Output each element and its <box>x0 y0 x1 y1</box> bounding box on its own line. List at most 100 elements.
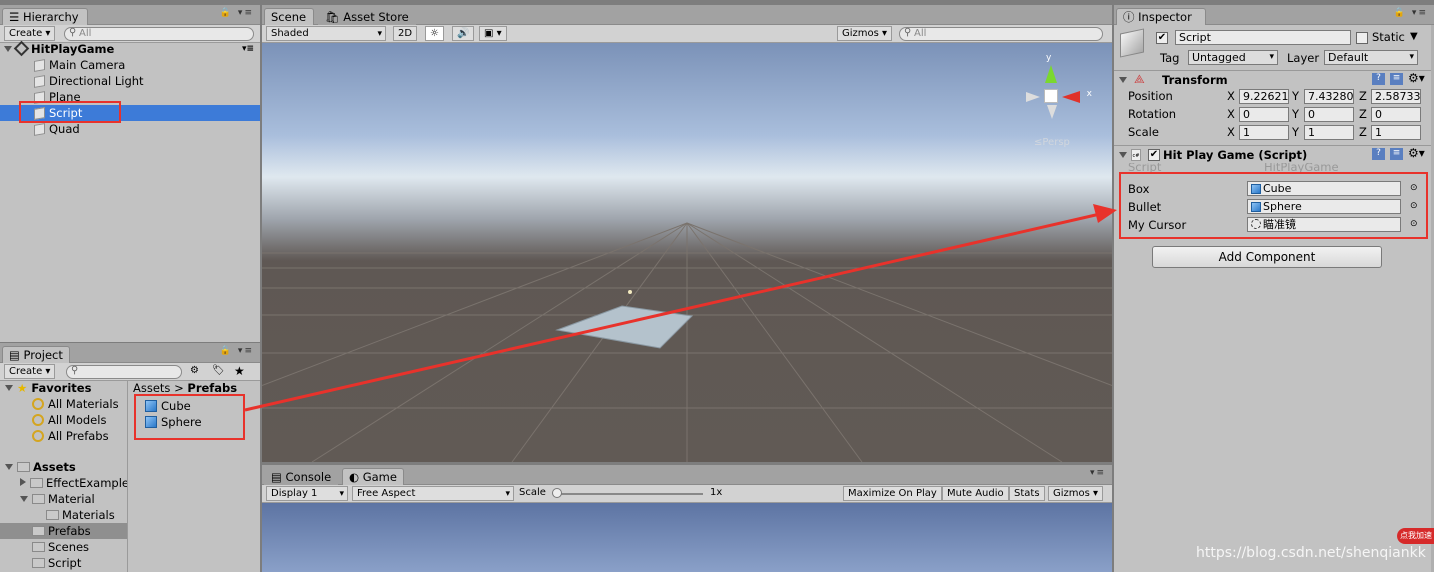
expand-arrow-icon[interactable] <box>20 496 28 502</box>
expand-arrow-icon[interactable] <box>1119 77 1127 83</box>
audio-toggle-icon[interactable]: 🔊 <box>452 26 475 41</box>
expand-arrow-icon[interactable] <box>5 464 13 470</box>
preset-icon[interactable]: ≡ <box>1390 148 1403 160</box>
stats-toggle[interactable]: Stats <box>1009 486 1045 501</box>
static-checkbox[interactable] <box>1356 32 1368 44</box>
object-name-input[interactable]: Script <box>1175 30 1351 45</box>
expand-arrow-icon[interactable] <box>5 385 13 391</box>
axis-label[interactable]: Y <box>1292 124 1299 140</box>
breadcrumb-root[interactable]: Assets <box>133 381 170 395</box>
active-checkbox[interactable]: ✔ <box>1156 32 1168 44</box>
favorite-item[interactable]: All Models <box>0 412 127 428</box>
static-dropdown-icon[interactable]: ▼ <box>1410 31 1418 42</box>
split-divider[interactable] <box>127 381 128 572</box>
gizmo-center-cube-icon[interactable] <box>1044 89 1058 103</box>
tab-console[interactable]: ▤ Console <box>264 468 339 485</box>
asset-folder[interactable]: Scenes <box>0 539 127 555</box>
scene-root[interactable]: HitPlayGame ▾≡ <box>0 40 260 57</box>
scene-gizmos-dropdown[interactable]: Gizmos ▾ <box>837 26 893 41</box>
axis-label[interactable]: X <box>1227 124 1235 140</box>
game-gizmos-dropdown[interactable]: Gizmos ▾ <box>1048 486 1104 501</box>
gizmo-x-cone-icon[interactable] <box>1062 91 1080 103</box>
gizmo-z-cone-icon[interactable] <box>1026 92 1040 102</box>
add-component-button[interactable]: Add Component <box>1152 246 1382 268</box>
asset-folder[interactable]: EffectExample <box>0 475 127 491</box>
game-viewport[interactable] <box>262 503 1112 572</box>
favorite-item[interactable]: All Prefabs <box>0 428 127 444</box>
asset-folder[interactable]: Script <box>0 555 127 571</box>
transform-header[interactable]: ⟁ Transform ? ≡ ⚙▾ <box>1114 70 1434 88</box>
position-y-input[interactable]: 7.43280 <box>1304 89 1354 104</box>
persp-label[interactable]: ≤Persp <box>1034 137 1070 148</box>
tab-project[interactable]: ▤ Project <box>2 346 70 363</box>
favorites-header[interactable]: ★ Favorites <box>0 380 125 396</box>
panel-menu-icon[interactable]: ▾≡ <box>1090 468 1106 478</box>
hierarchy-item[interactable]: Main Camera <box>0 57 260 73</box>
filter-type-icon[interactable]: ⚙ <box>190 365 199 376</box>
component-settings-gear-icon[interactable]: ⚙▾ <box>1408 146 1425 160</box>
expand-arrow-icon[interactable] <box>4 46 12 52</box>
layer-dropdown[interactable]: Default <box>1324 50 1418 65</box>
mode-2d-button[interactable]: 2D <box>393 26 418 41</box>
assets-header[interactable]: Assets <box>0 459 127 475</box>
effects-dropdown-icon[interactable]: ▣ ▾ <box>479 26 507 41</box>
asset-folder-selected[interactable]: Prefabs <box>0 523 127 539</box>
gizmo-down-cone-icon[interactable] <box>1047 105 1057 119</box>
component-enabled-checkbox[interactable]: ✔ <box>1148 149 1160 161</box>
rotation-z-input[interactable]: 0 <box>1371 107 1421 122</box>
favorite-star-icon[interactable]: ★ <box>234 364 245 378</box>
preset-icon[interactable]: ≡ <box>1390 73 1403 85</box>
hierarchy-create-button[interactable]: Create ▾ <box>4 26 56 41</box>
axis-label[interactable]: X <box>1227 106 1235 122</box>
scene-search-input[interactable]: All <box>899 27 1103 41</box>
mute-audio-toggle[interactable]: Mute Audio <box>942 486 1009 501</box>
tab-scene[interactable]: Scene <box>264 8 314 25</box>
tab-game[interactable]: ◐ Game <box>342 468 404 485</box>
scene-viewport[interactable]: y x ≤Persp <box>262 43 1112 462</box>
panel-menu-icon[interactable]: 🔒 ▾≡ <box>220 8 254 18</box>
axis-label[interactable]: X <box>1227 88 1235 104</box>
scale-slider-thumb[interactable] <box>552 488 562 498</box>
lighting-toggle-icon[interactable]: ☼ <box>425 26 444 41</box>
tab-asset-store[interactable]: 🛍 Asset Store <box>318 8 416 25</box>
aspect-dropdown[interactable]: Free Aspect <box>352 486 514 501</box>
axis-label[interactable]: Y <box>1292 88 1299 104</box>
scale-y-input[interactable]: 1 <box>1304 125 1354 140</box>
project-create-button[interactable]: Create ▾ <box>4 364 56 379</box>
display-dropdown[interactable]: Display 1 <box>266 486 348 501</box>
component-settings-gear-icon[interactable]: ⚙▾ <box>1408 71 1425 85</box>
breadcrumb-current[interactable]: Prefabs <box>187 381 237 395</box>
expand-arrow-icon[interactable] <box>1119 152 1127 158</box>
rotation-y-input[interactable]: 0 <box>1304 107 1354 122</box>
scene-menu-icon[interactable]: ▾≡ <box>242 41 254 57</box>
project-search-input[interactable] <box>66 365 182 379</box>
shading-dropdown[interactable]: Shaded <box>266 26 386 41</box>
favorite-item[interactable]: All Materials <box>0 396 127 412</box>
axis-label[interactable]: Y <box>1292 106 1299 122</box>
asset-folder[interactable]: Materials <box>0 507 127 523</box>
hierarchy-item[interactable]: Directional Light <box>0 73 260 89</box>
position-x-input[interactable]: 9.22621 <box>1239 89 1289 104</box>
maximize-on-play-toggle[interactable]: Maximize On Play <box>843 486 942 501</box>
tab-hierarchy[interactable]: ☰ Hierarchy <box>2 8 88 25</box>
help-icon[interactable]: ? <box>1372 73 1385 85</box>
filter-label-icon[interactable]: 🏷 <box>212 365 225 376</box>
accelerate-badge[interactable]: 点我加速 <box>1397 528 1434 544</box>
rotation-x-input[interactable]: 0 <box>1239 107 1289 122</box>
script-component-header[interactable]: c# ✔ Hit Play Game (Script) ? ≡ ⚙▾ <box>1114 145 1434 163</box>
axis-label[interactable]: Z <box>1359 106 1367 122</box>
scale-slider[interactable] <box>555 493 703 495</box>
position-z-input[interactable]: 2.58733 <box>1371 89 1421 104</box>
asset-folder[interactable]: Material <box>0 491 127 507</box>
collapse-arrow-icon[interactable] <box>20 478 26 486</box>
hierarchy-item[interactable]: Quad <box>0 121 260 137</box>
help-icon[interactable]: ? <box>1372 148 1385 160</box>
axis-label[interactable]: Z <box>1359 88 1367 104</box>
gizmo-y-cone-icon[interactable] <box>1045 65 1057 83</box>
scale-z-input[interactable]: 1 <box>1371 125 1421 140</box>
axis-label[interactable]: Z <box>1359 124 1367 140</box>
tag-dropdown[interactable]: Untagged <box>1188 50 1278 65</box>
hierarchy-search-input[interactable]: All <box>64 27 254 41</box>
scale-x-input[interactable]: 1 <box>1239 125 1289 140</box>
panel-menu-icon[interactable]: 🔒 ▾≡ <box>220 346 254 356</box>
